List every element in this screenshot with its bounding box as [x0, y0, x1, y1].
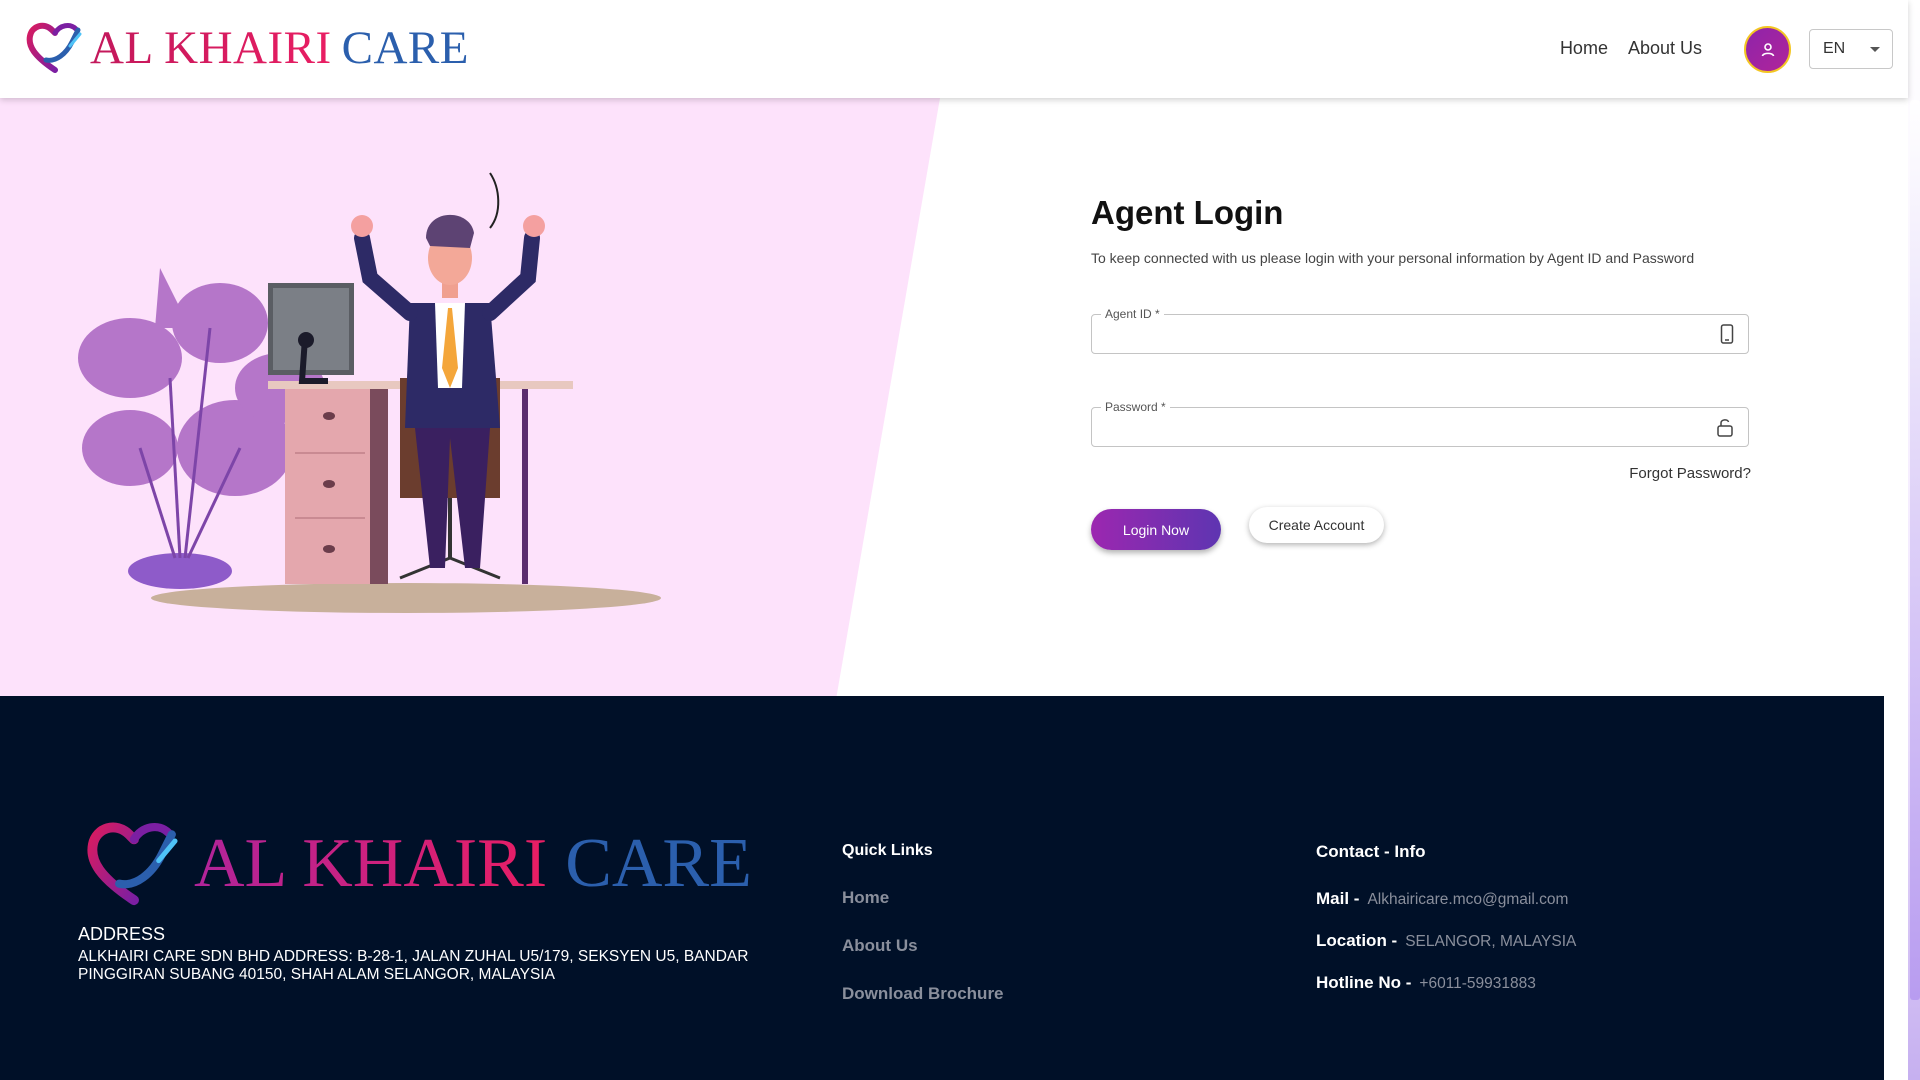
address-text: ALKHAIRI CARE SDN BHD ADDRESS: B-28-1, J… — [78, 948, 749, 983]
office-worker-illustration-icon — [78, 172, 661, 613]
password-field[interactable]: Password * — [1091, 400, 1749, 447]
hero-section: Agent Login To keep connected with us pl… — [0, 98, 1908, 696]
login-title: Agent Login — [1091, 194, 1284, 231]
footer-brand-part2: CARE — [565, 825, 752, 902]
contact-hotline: Hotline No - +6011-59931883 — [1316, 973, 1536, 993]
login-now-button[interactable]: Login Now — [1091, 509, 1221, 550]
top-header: AL KHAIRI CARE Home About Us EN — [0, 0, 1908, 98]
nav-home-link[interactable]: Home — [1560, 38, 1608, 59]
contact-hotline-label: Hotline No - — [1316, 973, 1412, 992]
contact-mail: Mail - Alkhairicare.mco@gmail.com — [1316, 889, 1568, 909]
quick-links-title: Quick Links — [842, 842, 933, 859]
agent-login-form: Agent Login To keep connected with us pl… — [1091, 194, 1751, 550]
unlock-icon — [1717, 419, 1733, 437]
chevron-down-icon — [1870, 47, 1880, 52]
heart-hands-logo-icon — [26, 22, 82, 73]
agent-id-label: Agent ID * — [1101, 307, 1164, 321]
user-account-button[interactable] — [1744, 26, 1791, 73]
agent-id-input[interactable] — [1102, 321, 1702, 347]
phone-icon — [1720, 324, 1734, 344]
contact-location-value: SELANGOR, MALAYSIA — [1405, 933, 1577, 950]
contact-location-label: Location - — [1316, 931, 1398, 950]
quick-link-about[interactable]: About Us — [842, 936, 918, 956]
quick-link-brochure[interactable]: Download Brochure — [842, 984, 1004, 1004]
footer-brand-logo: AL KHAIRI CARE — [84, 818, 752, 910]
heart-hands-logo-icon — [87, 822, 178, 906]
address-title: ADDRESS — [78, 924, 166, 944]
forgot-password-link[interactable]: Forgot Password? — [1551, 465, 1751, 482]
login-subtitle: To keep connected with us please login w… — [1091, 250, 1695, 266]
nav-about-link[interactable]: About Us — [1628, 38, 1702, 59]
password-label: Password * — [1101, 400, 1170, 414]
language-value: EN — [1823, 40, 1846, 57]
password-input[interactable] — [1102, 414, 1702, 440]
contact-mail-value[interactable]: Alkhairicare.mco@gmail.com — [1367, 891, 1568, 909]
page-scrollbar-thumb[interactable] — [1910, 100, 1920, 1000]
language-select[interactable]: EN — [1809, 29, 1893, 69]
site-footer: AL KHAIRI CARE ADDRESS ALKHAIRI CARE SDN… — [0, 696, 1884, 1080]
contact-mail-label: Mail - — [1316, 889, 1360, 908]
agent-id-field[interactable]: Agent ID * — [1091, 307, 1749, 354]
quick-link-home[interactable]: Home — [842, 888, 889, 908]
footer-brand-part1: AL KHAIRI — [194, 825, 548, 902]
user-icon — [1761, 42, 1774, 56]
create-account-button[interactable]: Create Account — [1249, 507, 1384, 543]
main-nav: Home About Us — [1560, 38, 1702, 59]
contact-info-title: Contact - Info — [1316, 842, 1426, 861]
brand-name-part2: CARE — [341, 22, 469, 74]
contact-location: Location - SELANGOR, MALAYSIA — [1316, 931, 1576, 951]
brand-name-part1: AL KHAIRI — [90, 22, 332, 74]
brand-logo[interactable]: AL KHAIRI CARE — [26, 20, 469, 76]
contact-hotline-value[interactable]: +6011-59931883 — [1419, 975, 1536, 993]
